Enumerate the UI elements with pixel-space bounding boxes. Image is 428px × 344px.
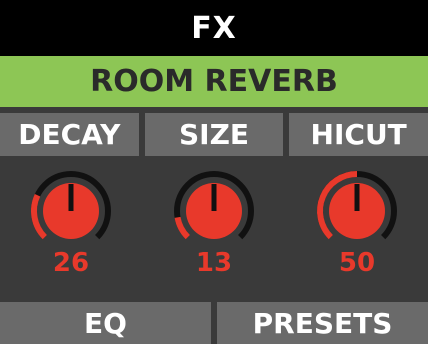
decay-knob[interactable]: 26 <box>16 156 126 296</box>
param-hicut-label: HICUT <box>289 113 428 156</box>
presets-button[interactable]: PRESETS <box>217 302 428 344</box>
size-value: 13 <box>195 248 233 278</box>
bottom-buttons: EQ PRESETS <box>0 302 428 344</box>
fx-title: FX <box>191 10 237 46</box>
size-knob[interactable]: 13 <box>159 156 269 296</box>
param-labels-row: DECAY SIZE HICUT <box>0 113 428 156</box>
effect-name: ROOM REVERB <box>90 64 338 99</box>
hicut-knob[interactable]: 50 <box>302 156 412 296</box>
knob-level-arc <box>174 216 191 240</box>
knob-level-arc <box>31 193 48 240</box>
fx-screen: FX ROOM REVERB DECAY SIZE HICUT 26 13 50… <box>0 0 428 344</box>
hicut-value: 50 <box>338 248 376 278</box>
knob-area: 26 13 50 <box>0 156 428 296</box>
effect-name-bar[interactable]: ROOM REVERB <box>0 56 428 107</box>
hicut-knob-icon <box>317 171 397 240</box>
eq-button[interactable]: EQ <box>0 302 211 344</box>
decay-knob-icon <box>31 171 111 240</box>
decay-value: 26 <box>52 248 90 278</box>
fx-title-bar: FX <box>0 0 428 56</box>
param-decay-label: DECAY <box>0 113 139 156</box>
param-size-label: SIZE <box>144 113 284 156</box>
size-knob-icon <box>174 171 254 240</box>
